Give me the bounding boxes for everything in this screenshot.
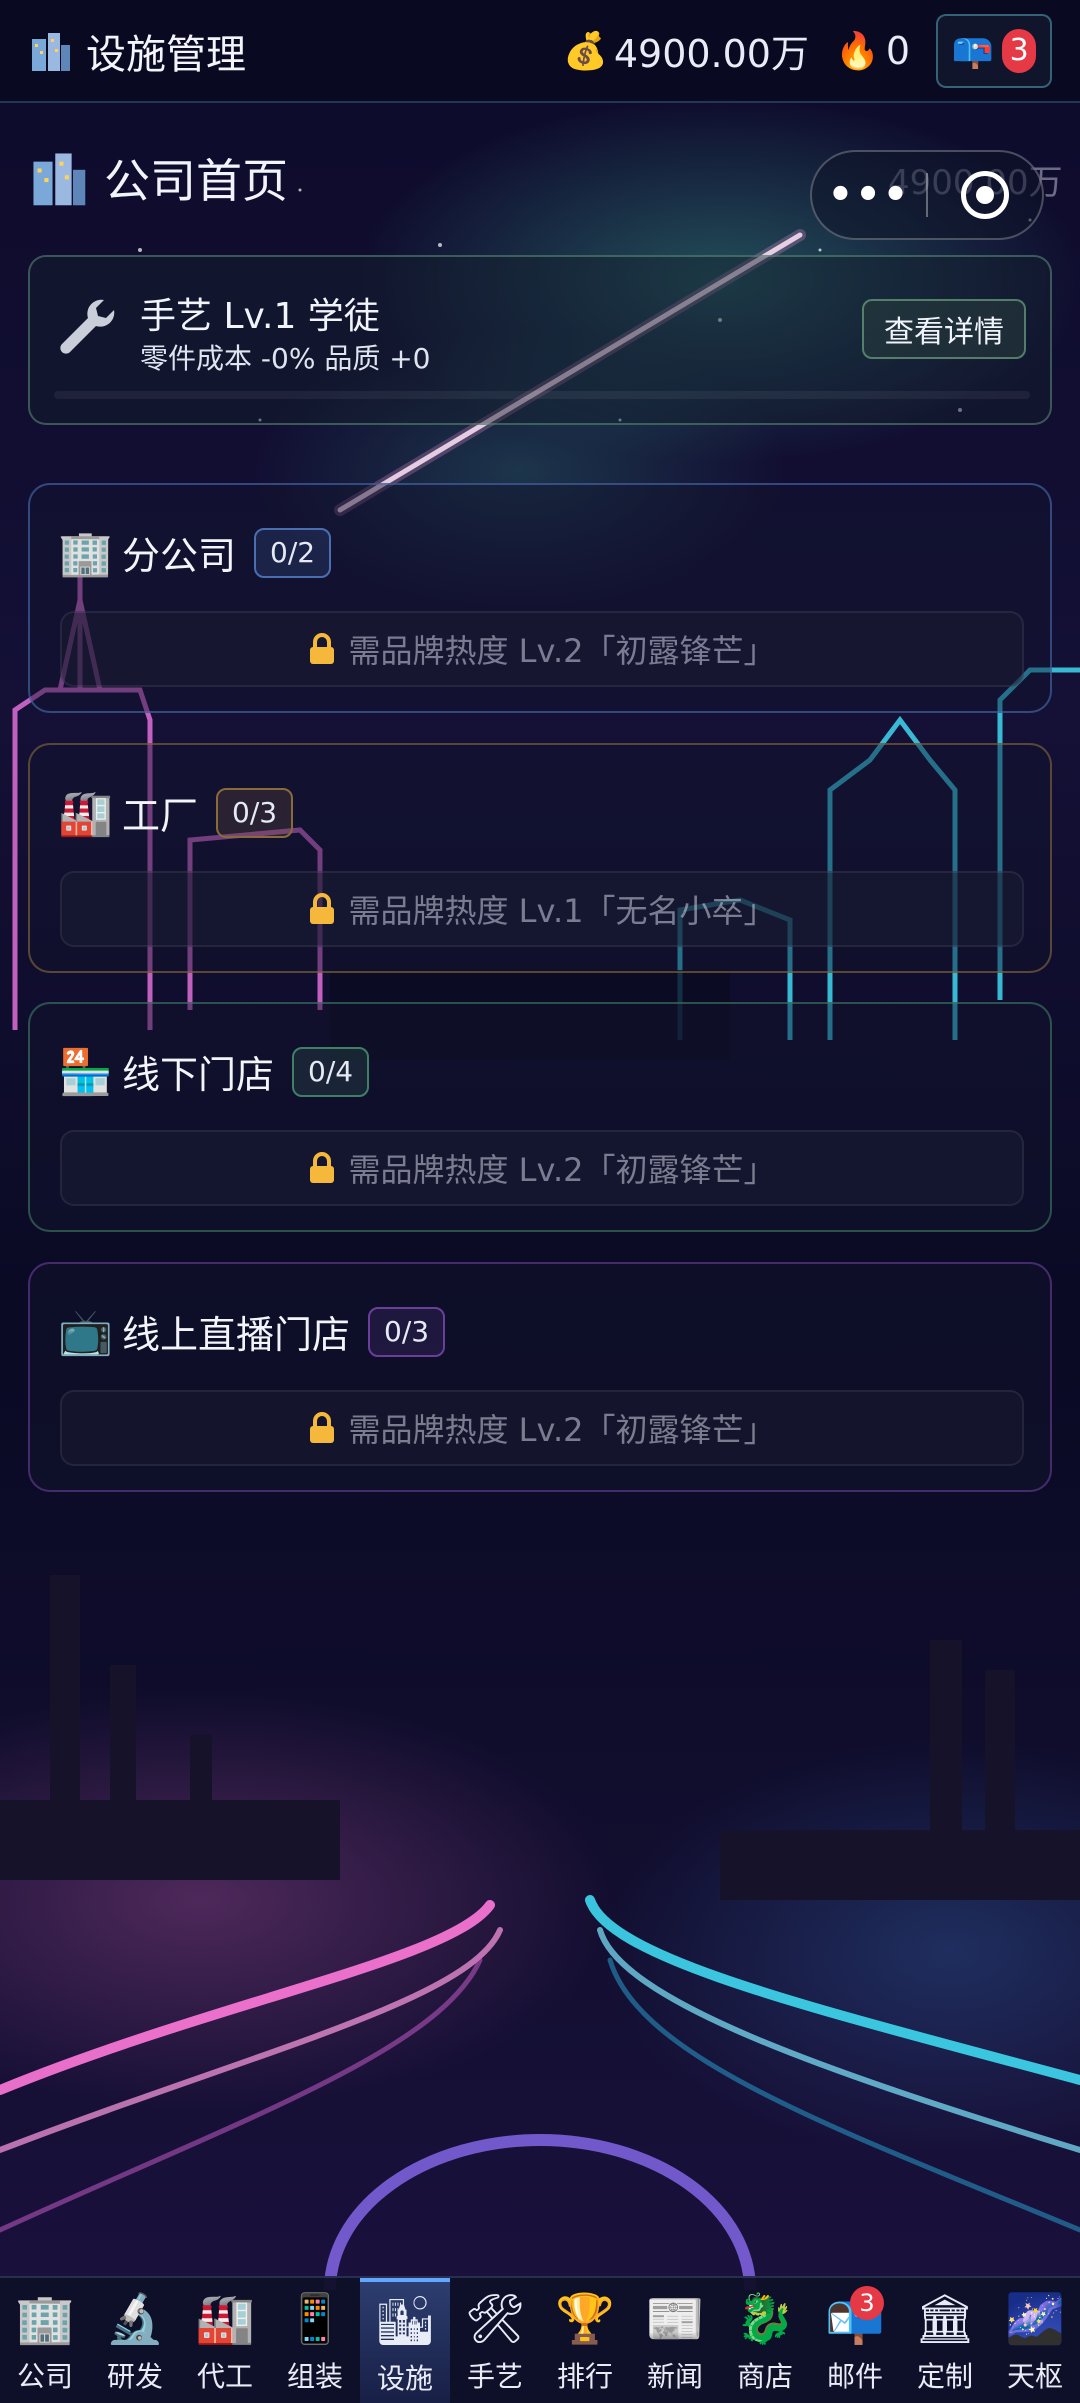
nav-item-shop[interactable]: 🐉 商店: [720, 2278, 810, 2403]
facility-card-offline-store: 🏪 线下门店 0/4 需品牌热度 Lv.2「初露锋芒」: [28, 1002, 1052, 1232]
mini-program-capsule: •••: [810, 150, 1044, 240]
office-building-icon: 🏢: [58, 527, 113, 579]
facility-count-badge: 0/2: [254, 527, 332, 578]
nav-label: 商店: [736, 2359, 793, 2393]
padlock-icon: [309, 1412, 334, 1443]
smartphone-icon: 📱: [285, 2290, 345, 2347]
record-circle-icon: [960, 171, 1009, 219]
nav-label: 新闻: [646, 2359, 703, 2393]
page-title: 设施管理: [86, 31, 246, 78]
company-home-header: 公司首页: [28, 145, 288, 211]
nav-item-news[interactable]: 📰 新闻: [630, 2278, 720, 2403]
top-bar: 设施管理 💰 4900.00万 🔥 0 📪 3: [0, 0, 1080, 103]
facility-name: 分公司: [122, 534, 237, 578]
nav-label: 邮件: [826, 2359, 883, 2393]
bottom-navigation: 🏢 公司 🔬 研发 🏭 代工 📱 组装 🏙 设施 🛠 手艺 🏆 排行 📰 新闻 🐉 商店 📬 邮件 3…: [0, 2276, 1080, 2403]
facility-count-badge: 0/4: [292, 1046, 370, 1097]
facility-locked-slot: 需品牌热度 Lv.2「初露锋芒」: [60, 1390, 1024, 1466]
mail-count-badge: 3: [1002, 28, 1037, 73]
nav-item-facilities[interactable]: 🏙 设施: [360, 2278, 450, 2403]
classical-building-icon: 🏛: [914, 2290, 976, 2347]
nav-item-custom[interactable]: 🏛 定制: [900, 2278, 990, 2403]
nav-item-craft[interactable]: 🛠 手艺: [450, 2278, 540, 2403]
nav-label: 组装: [286, 2359, 343, 2393]
factory-icon: 🏭: [195, 2290, 255, 2347]
facility-locked-slot: 需品牌热度 Lv.2「初露锋芒」: [60, 1130, 1024, 1206]
facility-locked-slot: 需品牌热度 Lv.1「无名小卒」: [60, 871, 1024, 947]
craft-level-stats: 零件成本 -0% 品质 +0: [140, 342, 431, 375]
nav-label: 研发: [106, 2359, 163, 2393]
facility-card-livestream-store: 📺 线上直播门店 0/3 需品牌热度 Lv.2「初露锋芒」: [28, 1262, 1052, 1492]
nav-label: 设施: [376, 2361, 433, 2395]
nav-item-assembly[interactable]: 📱 组装: [270, 2278, 360, 2403]
mail-nav-badge: 3: [850, 2286, 884, 2320]
city-buildings-icon: [33, 153, 86, 206]
nav-item-research[interactable]: 🔬 研发: [90, 2278, 180, 2403]
mailbox-button[interactable]: 📪 3: [936, 13, 1052, 88]
facility-count-badge: 0/3: [368, 1306, 446, 1357]
nav-label: 天枢: [1006, 2359, 1063, 2393]
lock-requirement-text: 需品牌热度 Lv.2「初露锋芒」: [348, 632, 776, 670]
newspaper-icon: 📰: [645, 2290, 705, 2347]
factory-icon: 🏭: [58, 787, 113, 839]
craft-progress-bar: [54, 391, 1030, 399]
heat-stat: 🔥 0: [835, 29, 910, 73]
view-details-button[interactable]: 查看详情: [862, 299, 1026, 359]
facility-name: 线上直播门店: [122, 1313, 351, 1357]
nav-item-tianshu[interactable]: 🌌 天枢: [990, 2278, 1080, 2403]
dragon-icon: 🐉: [735, 2290, 795, 2347]
facility-count-badge: 0/3: [216, 787, 294, 838]
nav-item-mail[interactable]: 📬 邮件 3: [810, 2278, 900, 2403]
wrench-icon: [60, 299, 115, 354]
television-icon: 📺: [58, 1306, 113, 1358]
tools-icon: 🛠: [464, 2290, 526, 2347]
office-building-icon: 🏢: [15, 2290, 75, 2347]
close-program-button[interactable]: [928, 171, 1042, 219]
milky-way-icon: 🌌: [1005, 2290, 1065, 2347]
nav-label: 手艺: [466, 2359, 523, 2393]
facility-name: 工厂: [122, 794, 199, 838]
nav-label: 代工: [196, 2359, 253, 2393]
craft-level-card: 手艺 Lv.1 学徒 零件成本 -0% 品质 +0 查看详情: [28, 255, 1052, 425]
nav-label: 定制: [916, 2359, 973, 2393]
nav-label: 排行: [556, 2359, 613, 2393]
craft-level-name: 手艺 Lv.1 学徒: [140, 296, 380, 337]
facility-name: 线下门店: [122, 1053, 275, 1097]
facility-card-branch: 🏢 分公司 0/2 需品牌热度 Lv.2「初露锋芒」: [28, 483, 1052, 713]
company-home-title: 公司首页: [104, 154, 288, 208]
padlock-icon: [309, 633, 334, 664]
facility-locked-slot: 需品牌热度 Lv.2「初露锋芒」: [60, 611, 1024, 687]
heat-value: 0: [885, 28, 910, 73]
nav-item-oem[interactable]: 🏭 代工: [180, 2278, 270, 2403]
padlock-icon: [309, 893, 334, 924]
nav-item-company[interactable]: 🏢 公司: [0, 2278, 90, 2403]
money-stat: 💰 4900.00万: [563, 23, 809, 78]
more-options-button[interactable]: •••: [812, 172, 926, 218]
fire-icon: 🔥: [834, 30, 880, 72]
lock-requirement-text: 需品牌热度 Lv.1「无名小卒」: [348, 892, 776, 930]
trophy-icon: 🏆: [555, 2290, 615, 2347]
lock-requirement-text: 需品牌热度 Lv.2「初露锋芒」: [348, 1411, 776, 1449]
lock-requirement-text: 需品牌热度 Lv.2「初露锋芒」: [348, 1151, 776, 1189]
mailbox-icon: 📪: [951, 30, 995, 71]
facility-card-factory: 🏭 工厂 0/3 需品牌热度 Lv.1「无名小卒」: [28, 743, 1052, 973]
money-value: 4900.00万: [613, 32, 809, 76]
padlock-icon: [309, 1152, 334, 1183]
microscope-icon: 🔬: [105, 2290, 165, 2347]
city-buildings-icon: 🏙: [374, 2292, 436, 2349]
money-bag-icon: 💰: [563, 30, 608, 72]
nav-item-ranking[interactable]: 🏆 排行: [540, 2278, 630, 2403]
city-buildings-icon: [32, 32, 70, 71]
convenience-store-icon: 🏪: [58, 1046, 113, 1098]
nav-label: 公司: [16, 2359, 73, 2393]
